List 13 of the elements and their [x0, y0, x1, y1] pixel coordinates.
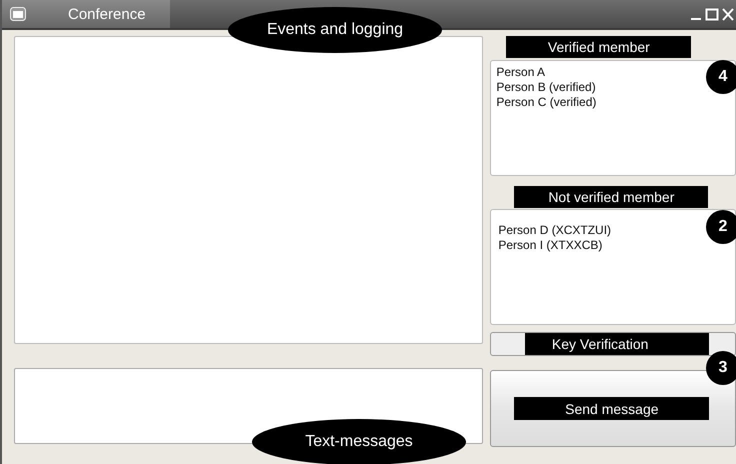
send-message-button[interactable]: Send message: [514, 397, 710, 420]
key-verification-button[interactable]: Key Verification: [490, 332, 736, 356]
member-item[interactable]: Person I (XTXXCB): [498, 238, 602, 253]
member-item[interactable]: Person D (XCXTZUI): [498, 223, 612, 238]
member-item[interactable]: Person B (verified): [496, 80, 596, 95]
maximize-icon[interactable]: [705, 7, 719, 21]
window-icon: [10, 7, 26, 21]
member-item[interactable]: Person A: [496, 65, 546, 80]
member-item[interactable]: Person C (verified): [496, 95, 596, 110]
close-icon[interactable]: [722, 7, 734, 21]
section-label: Not verified member: [514, 186, 708, 208]
section-label: Verified member: [506, 36, 692, 58]
window-title: Conference: [68, 6, 146, 22]
